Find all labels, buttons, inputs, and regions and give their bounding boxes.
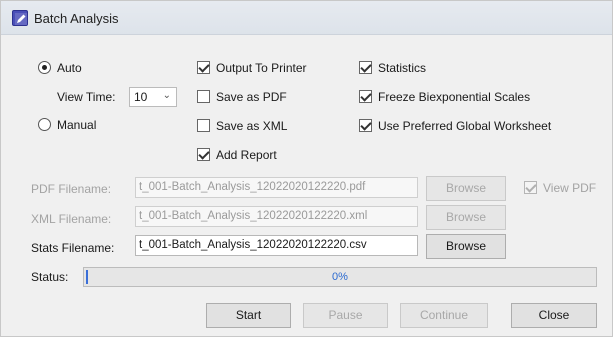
window-title: Batch Analysis bbox=[34, 11, 119, 26]
auto-radio-label[interactable]: Auto bbox=[57, 61, 82, 75]
view-time-label: View Time: bbox=[57, 90, 116, 104]
close-button[interactable]: Close bbox=[511, 303, 597, 328]
add-report-label[interactable]: Add Report bbox=[216, 148, 277, 162]
chevron-down-icon: ⌄ bbox=[162, 90, 171, 101]
browse-stats-button[interactable]: Browse bbox=[426, 234, 506, 259]
view-time-select[interactable]: 10 ⌄ bbox=[129, 87, 177, 107]
continue-button[interactable]: Continue bbox=[400, 303, 488, 328]
statistics-checkbox[interactable] bbox=[359, 61, 372, 74]
view-time-value: 10 bbox=[134, 90, 148, 104]
status-label: Status: bbox=[31, 270, 69, 284]
save-as-pdf-checkbox[interactable] bbox=[197, 90, 210, 103]
manual-radio[interactable] bbox=[38, 118, 51, 131]
use-global-worksheet-checkbox[interactable] bbox=[359, 119, 372, 132]
freeze-scales-checkbox[interactable] bbox=[359, 90, 372, 103]
view-pdf-label[interactable]: View PDF bbox=[543, 181, 596, 195]
xml-filename-label: XML Filename: bbox=[31, 212, 112, 226]
save-as-xml-label[interactable]: Save as XML bbox=[216, 119, 287, 133]
batch-analysis-window: Batch Analysis Auto View Time: 10 ⌄ Manu… bbox=[0, 0, 613, 337]
pdf-filename-field[interactable]: t_001-Batch_Analysis_12022020122220.pdf bbox=[135, 177, 418, 198]
use-global-worksheet-label[interactable]: Use Preferred Global Worksheet bbox=[378, 119, 551, 133]
add-report-checkbox[interactable] bbox=[197, 148, 210, 161]
browse-xml-button[interactable]: Browse bbox=[426, 205, 506, 230]
freeze-scales-label[interactable]: Freeze Biexponential Scales bbox=[378, 90, 530, 104]
app-edit-icon bbox=[12, 10, 28, 26]
pause-button[interactable]: Pause bbox=[303, 303, 388, 328]
stats-filename-field[interactable]: t_001-Batch_Analysis_12022020122220.csv bbox=[135, 235, 418, 256]
statistics-label[interactable]: Statistics bbox=[378, 61, 426, 75]
save-as-xml-checkbox[interactable] bbox=[197, 119, 210, 132]
stats-filename-label: Stats Filename: bbox=[31, 241, 115, 255]
view-pdf-checkbox[interactable] bbox=[524, 181, 537, 194]
progress-percent: 0% bbox=[332, 271, 348, 283]
output-to-printer-label[interactable]: Output To Printer bbox=[216, 61, 307, 75]
browse-pdf-button[interactable]: Browse bbox=[426, 176, 506, 201]
output-to-printer-checkbox[interactable] bbox=[197, 61, 210, 74]
pdf-filename-label: PDF Filename: bbox=[31, 182, 112, 196]
save-as-pdf-label[interactable]: Save as PDF bbox=[216, 90, 287, 104]
xml-filename-field[interactable]: t_001-Batch_Analysis_12022020122220.xml bbox=[135, 206, 418, 227]
manual-radio-label[interactable]: Manual bbox=[57, 118, 96, 132]
auto-radio[interactable] bbox=[38, 61, 51, 74]
status-progress-bar: 0% bbox=[83, 267, 597, 287]
title-bar: Batch Analysis bbox=[1, 1, 612, 35]
start-button[interactable]: Start bbox=[206, 303, 291, 328]
